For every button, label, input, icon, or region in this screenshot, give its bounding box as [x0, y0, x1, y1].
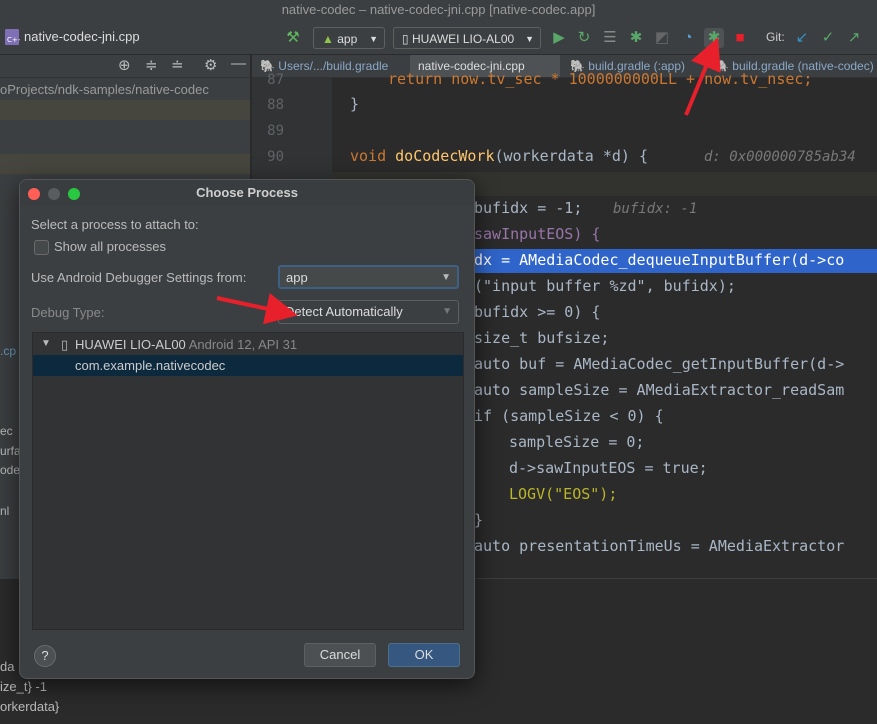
- arrow-to-debug-type: [216, 292, 298, 325]
- arrow-to-attach-debugger: [684, 37, 721, 116]
- annotation-arrows: [216, 37, 721, 325]
